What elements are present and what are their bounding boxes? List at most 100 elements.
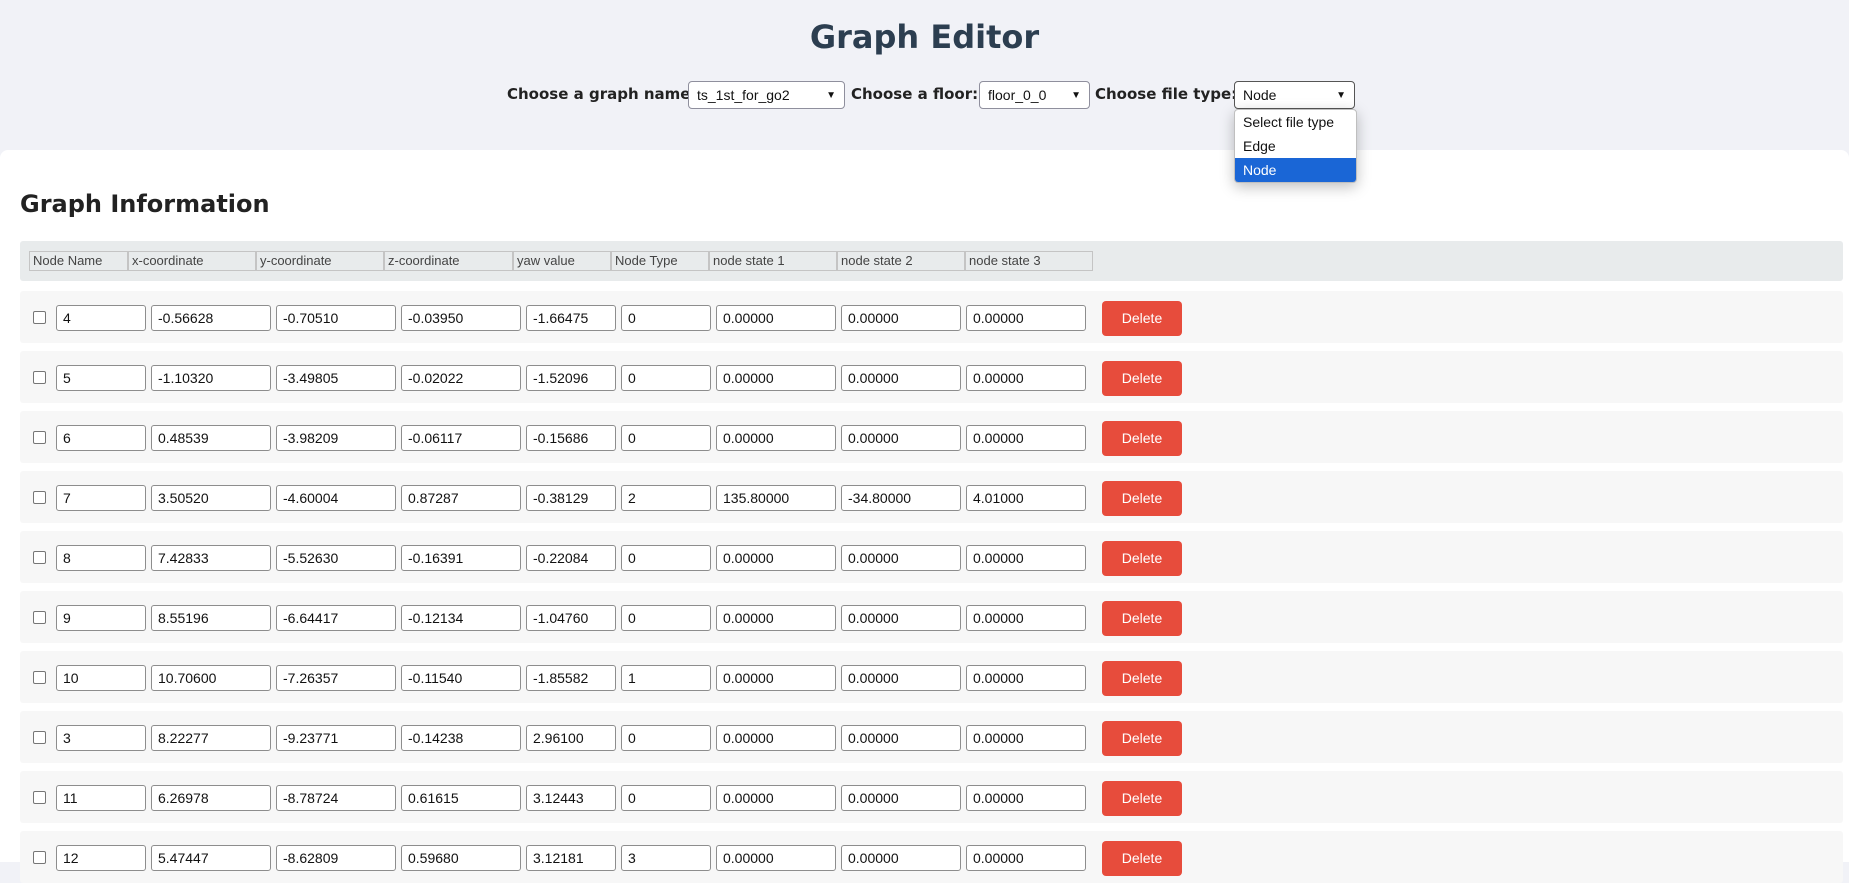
yaw-value-input[interactable]: -1.66475	[526, 305, 616, 331]
z-coordinate-input[interactable]: 0.61615	[401, 785, 521, 811]
x-coordinate-input[interactable]: 8.55196	[151, 605, 271, 631]
graph-name-select[interactable]: ts_1st_for_go2 ▼	[688, 81, 845, 109]
node-state-3-input[interactable]: 0.00000	[966, 545, 1086, 571]
delete-button[interactable]: Delete	[1102, 481, 1182, 516]
z-coordinate-input[interactable]: -0.12134	[401, 605, 521, 631]
node-state-2-input[interactable]: 0.00000	[841, 365, 961, 391]
node-state-1-input[interactable]: 0.00000	[716, 425, 836, 451]
delete-button[interactable]: Delete	[1102, 781, 1182, 816]
y-coordinate-input[interactable]: -8.62809	[276, 845, 396, 871]
node-state-3-input[interactable]: 4.01000	[966, 485, 1086, 511]
delete-button[interactable]: Delete	[1102, 721, 1182, 756]
node-state-1-input[interactable]: 0.00000	[716, 305, 836, 331]
node-state-1-input[interactable]: 0.00000	[716, 785, 836, 811]
node-type-input[interactable]: 0	[621, 425, 711, 451]
y-coordinate-input[interactable]: -8.78724	[276, 785, 396, 811]
node-type-input[interactable]: 3	[621, 845, 711, 871]
node-state-1-input[interactable]: 0.00000	[716, 605, 836, 631]
row-select-checkbox[interactable]	[33, 311, 46, 324]
delete-button[interactable]: Delete	[1102, 421, 1182, 456]
node-type-input[interactable]: 0	[621, 365, 711, 391]
node-state-1-input[interactable]: 0.00000	[716, 845, 836, 871]
y-coordinate-input[interactable]: -3.98209	[276, 425, 396, 451]
row-select-checkbox[interactable]	[33, 551, 46, 564]
row-select-checkbox[interactable]	[33, 611, 46, 624]
node-state-2-input[interactable]: 0.00000	[841, 545, 961, 571]
node-state-1-input[interactable]: 135.80000	[716, 485, 836, 511]
node-type-input[interactable]: 0	[621, 545, 711, 571]
yaw-value-input[interactable]: -0.15686	[526, 425, 616, 451]
z-coordinate-input[interactable]: -0.16391	[401, 545, 521, 571]
node-type-input[interactable]: 0	[621, 725, 711, 751]
delete-button[interactable]: Delete	[1102, 361, 1182, 396]
y-coordinate-input[interactable]: -7.26357	[276, 665, 396, 691]
yaw-value-input[interactable]: 2.96100	[526, 725, 616, 751]
yaw-value-input[interactable]: -0.22084	[526, 545, 616, 571]
y-coordinate-input[interactable]: -6.64417	[276, 605, 396, 631]
node-name-input[interactable]: 6	[56, 425, 146, 451]
node-name-input[interactable]: 3	[56, 725, 146, 751]
y-coordinate-input[interactable]: -4.60004	[276, 485, 396, 511]
z-coordinate-input[interactable]: -0.11540	[401, 665, 521, 691]
node-state-2-input[interactable]: 0.00000	[841, 425, 961, 451]
yaw-value-input[interactable]: 3.12443	[526, 785, 616, 811]
delete-button[interactable]: Delete	[1102, 601, 1182, 636]
row-select-checkbox[interactable]	[33, 731, 46, 744]
node-state-2-input[interactable]: 0.00000	[841, 605, 961, 631]
node-type-input[interactable]: 0	[621, 785, 711, 811]
delete-button[interactable]: Delete	[1102, 301, 1182, 336]
z-coordinate-input[interactable]: -0.02022	[401, 365, 521, 391]
file-type-select[interactable]: Node ▼	[1234, 81, 1355, 109]
file-type-option-select[interactable]: Select file type	[1235, 110, 1356, 134]
row-select-checkbox[interactable]	[33, 371, 46, 384]
node-state-2-input[interactable]: 0.00000	[841, 785, 961, 811]
x-coordinate-input[interactable]: 5.47447	[151, 845, 271, 871]
z-coordinate-input[interactable]: -0.03950	[401, 305, 521, 331]
node-type-input[interactable]: 0	[621, 605, 711, 631]
node-state-3-input[interactable]: 0.00000	[966, 665, 1086, 691]
row-select-checkbox[interactable]	[33, 491, 46, 504]
y-coordinate-input[interactable]: -0.70510	[276, 305, 396, 331]
node-state-3-input[interactable]: 0.00000	[966, 785, 1086, 811]
node-state-3-input[interactable]: 0.00000	[966, 305, 1086, 331]
node-state-1-input[interactable]: 0.00000	[716, 545, 836, 571]
y-coordinate-input[interactable]: -5.52630	[276, 545, 396, 571]
node-state-3-input[interactable]: 0.00000	[966, 365, 1086, 391]
yaw-value-input[interactable]: -0.38129	[526, 485, 616, 511]
node-name-input[interactable]: 4	[56, 305, 146, 331]
node-state-3-input[interactable]: 0.00000	[966, 425, 1086, 451]
yaw-value-input[interactable]: -1.85582	[526, 665, 616, 691]
node-state-2-input[interactable]: 0.00000	[841, 725, 961, 751]
x-coordinate-input[interactable]: -0.56628	[151, 305, 271, 331]
node-state-2-input[interactable]: -34.80000	[841, 485, 961, 511]
delete-button[interactable]: Delete	[1102, 541, 1182, 576]
z-coordinate-input[interactable]: -0.06117	[401, 425, 521, 451]
node-name-input[interactable]: 5	[56, 365, 146, 391]
node-type-input[interactable]: 2	[621, 485, 711, 511]
node-state-1-input[interactable]: 0.00000	[716, 725, 836, 751]
file-type-option-node[interactable]: Node	[1235, 158, 1356, 182]
yaw-value-input[interactable]: -1.04760	[526, 605, 616, 631]
row-select-checkbox[interactable]	[33, 431, 46, 444]
node-state-2-input[interactable]: 0.00000	[841, 845, 961, 871]
node-state-2-input[interactable]: 0.00000	[841, 665, 961, 691]
x-coordinate-input[interactable]: 10.70600	[151, 665, 271, 691]
file-type-option-edge[interactable]: Edge	[1235, 134, 1356, 158]
z-coordinate-input[interactable]: 0.59680	[401, 845, 521, 871]
node-state-1-input[interactable]: 0.00000	[716, 365, 836, 391]
z-coordinate-input[interactable]: -0.14238	[401, 725, 521, 751]
node-state-3-input[interactable]: 0.00000	[966, 725, 1086, 751]
x-coordinate-input[interactable]: 8.22277	[151, 725, 271, 751]
node-state-1-input[interactable]: 0.00000	[716, 665, 836, 691]
yaw-value-input[interactable]: -1.52096	[526, 365, 616, 391]
node-state-2-input[interactable]: 0.00000	[841, 305, 961, 331]
node-state-3-input[interactable]: 0.00000	[966, 605, 1086, 631]
node-state-3-input[interactable]: 0.00000	[966, 845, 1086, 871]
node-name-input[interactable]: 10	[56, 665, 146, 691]
row-select-checkbox[interactable]	[33, 671, 46, 684]
node-name-input[interactable]: 12	[56, 845, 146, 871]
delete-button[interactable]: Delete	[1102, 841, 1182, 876]
node-name-input[interactable]: 8	[56, 545, 146, 571]
floor-select[interactable]: floor_0_0 ▼	[979, 81, 1090, 109]
node-name-input[interactable]: 9	[56, 605, 146, 631]
